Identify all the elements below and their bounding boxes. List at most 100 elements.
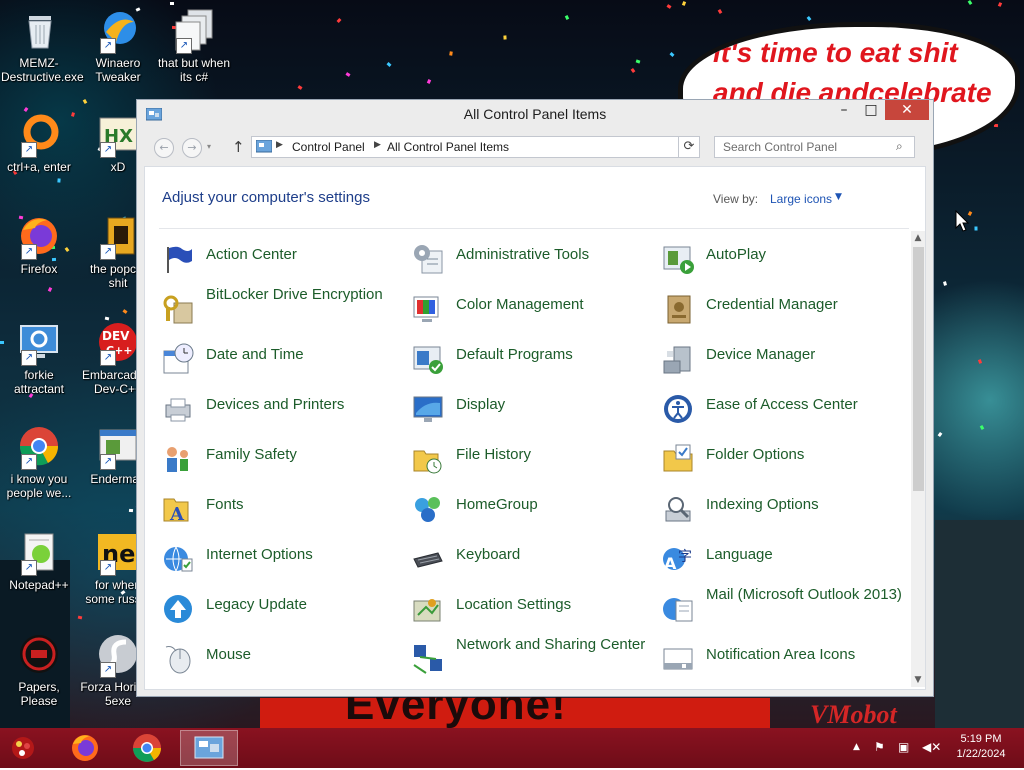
- cp-item-autoplay[interactable]: AutoPlay: [662, 241, 902, 281]
- action-center-flag-icon[interactable]: ⚑: [874, 740, 885, 754]
- printer-icon: [162, 393, 194, 425]
- shortcut-arrow-icon: ↗: [21, 454, 37, 470]
- cp-item-label: Keyboard: [456, 546, 521, 563]
- cp-item-ease-of-access-center[interactable]: Ease of Access Center: [662, 391, 902, 431]
- control-panel-items: Action Center Administrative Tools AutoPla…: [145, 241, 905, 689]
- credential-icon: [662, 293, 694, 325]
- cp-item-keyboard[interactable]: Keyboard: [412, 541, 652, 581]
- cp-item-fonts[interactable]: A Fonts: [162, 491, 402, 531]
- title-bar[interactable]: All Control Panel Items – □ ✕: [137, 100, 933, 130]
- cp-item-label: Display: [456, 396, 506, 413]
- cp-item-default-programs[interactable]: Default Programs: [412, 341, 652, 381]
- recent-locations-chevron-icon[interactable]: ▾: [207, 142, 211, 151]
- refresh-button[interactable]: ⟳: [678, 136, 700, 158]
- control-panel-window[interactable]: All Control Panel Items – □ ✕ ← → ▾ ↑ ▶ …: [136, 99, 934, 697]
- cp-item-homegroup[interactable]: HomeGroup: [412, 491, 652, 531]
- breadcrumb-control-panel[interactable]: Control Panel: [292, 140, 365, 154]
- cp-item-language[interactable]: A 字 Language: [662, 541, 902, 581]
- cp-item-network-and-sharing-center[interactable]: Network and Sharing Center: [412, 636, 652, 681]
- desktop-icon-papers-please[interactable]: Papers, Please: [1, 632, 77, 708]
- confetti-piece: [82, 99, 88, 104]
- taskbar-control-panel[interactable]: [180, 730, 238, 766]
- desktop-icon-notepadpp[interactable]: ↗ Notepad++: [1, 530, 77, 592]
- cp-item-devices-and-printers[interactable]: Devices and Printers: [162, 391, 402, 431]
- language-icon: A字: [662, 543, 694, 575]
- cp-item-label: Administrative Tools: [456, 246, 590, 263]
- cp-item-action-center[interactable]: Action Center: [162, 241, 402, 281]
- network-icon[interactable]: ▣: [898, 740, 909, 754]
- cp-item-file-history[interactable]: File History: [412, 441, 652, 481]
- cp-item-date-and-time[interactable]: Date and Time: [162, 341, 402, 381]
- desktop-icon-csharp[interactable]: ↗ that but when its c#: [156, 8, 232, 84]
- monitor-gear-icon: ↗: [17, 320, 61, 366]
- cp-item-indexing-options[interactable]: Indexing Options: [662, 491, 902, 531]
- desktop-icon-memz[interactable]: MEMZ-Destructive.exe: [1, 8, 84, 84]
- cp-item-device-manager[interactable]: Device Manager: [662, 341, 902, 381]
- cp-item-family-safety[interactable]: Family Safety: [162, 441, 402, 481]
- notification-icon: [662, 643, 694, 675]
- cp-item-location-settings[interactable]: Location Settings: [412, 591, 652, 631]
- desktop-icon-label: Notepad++: [9, 578, 69, 592]
- svg-text:A: A: [664, 554, 677, 573]
- confetti-piece: [967, 0, 973, 5]
- desktop-icon-firefox[interactable]: ↗ Firefox: [1, 214, 77, 276]
- cp-item-bitlocker-drive-encryption[interactable]: BitLocker Drive Encryption: [162, 286, 402, 331]
- cp-item-administrative-tools[interactable]: Administrative Tools: [412, 241, 652, 281]
- volume-muted-icon[interactable]: ◀✕: [922, 740, 941, 754]
- confetti-piece: [122, 309, 128, 314]
- cp-item-internet-options[interactable]: Internet Options: [162, 541, 402, 581]
- breadcrumb-all-items[interactable]: All Control Panel Items: [387, 140, 509, 154]
- vertical-scrollbar[interactable]: ▲ ▼: [911, 231, 925, 687]
- cp-item-display[interactable]: Display: [412, 391, 652, 431]
- color-management-icon: [412, 293, 444, 325]
- homegroup-icon: [412, 493, 444, 525]
- forward-button[interactable]: →: [182, 138, 202, 158]
- desktop-icon-chrome[interactable]: ↗ i know you people we...: [1, 424, 77, 500]
- clock-time: 5:19 PM: [960, 733, 1002, 745]
- maximize-button[interactable]: □: [858, 100, 884, 120]
- search-icon[interactable]: ⌕: [896, 139, 903, 154]
- desktop-icon-winaero[interactable]: ↗ Winaero Tweaker: [80, 8, 156, 84]
- cp-item-label: Indexing Options: [706, 496, 819, 513]
- shortcut-arrow-icon: ↗: [100, 454, 116, 470]
- search-input[interactable]: Search Control Panel: [723, 140, 837, 154]
- close-button[interactable]: ✕: [885, 100, 929, 120]
- up-button[interactable]: ↑: [232, 138, 245, 156]
- taskbar-firefox[interactable]: [56, 730, 114, 766]
- breadcrumb-separator-icon: ▶: [276, 140, 283, 150]
- devcpp-icon: DEV C++ ↗: [96, 320, 140, 366]
- cp-item-notification-area-icons[interactable]: Notification Area Icons: [662, 641, 902, 681]
- cp-item-legacy-update[interactable]: Legacy Update: [162, 591, 402, 631]
- show-hidden-icons-icon[interactable]: ▲: [853, 742, 860, 752]
- scroll-thumb[interactable]: [913, 247, 924, 491]
- address-bar[interactable]: ▶ Control Panel ▶ All Control Panel Item…: [251, 136, 775, 158]
- back-button[interactable]: ←: [154, 138, 174, 158]
- taskbar-chrome[interactable]: [118, 730, 176, 766]
- papers-please-icon: [17, 632, 61, 676]
- control-panel-icon: [194, 736, 224, 759]
- cp-item-color-management[interactable]: Color Management: [412, 291, 652, 331]
- desktop-icon-forkie[interactable]: ↗ forkie attractant: [1, 320, 77, 396]
- divider: [159, 228, 909, 229]
- breadcrumb-separator-icon: ▶: [374, 140, 381, 150]
- confetti-piece: [669, 52, 675, 57]
- clock[interactable]: 5:19 PM 1/22/2024: [950, 732, 1012, 762]
- search-box[interactable]: Search Control Panel ⌕: [714, 136, 915, 158]
- scroll-up-arrow-icon[interactable]: ▲: [911, 231, 925, 245]
- desktop-icon-ctrl-a[interactable]: ↗ ctrl+a, enter: [1, 112, 77, 174]
- view-by-caret-icon[interactable]: ▼: [835, 192, 842, 202]
- mouse-icon: [162, 643, 194, 675]
- content-area: Adjust your computer's settings View by:…: [144, 166, 926, 690]
- cp-item-credential-manager[interactable]: Credential Manager: [662, 291, 902, 331]
- view-by-dropdown[interactable]: Large icons: [770, 192, 832, 206]
- mouse-cursor-icon: [955, 210, 969, 232]
- cp-item-mouse[interactable]: Mouse: [162, 641, 402, 681]
- cp-item-label: Internet Options: [206, 546, 313, 563]
- minimize-button[interactable]: –: [830, 100, 858, 120]
- hxd-icon: HX ↗: [96, 112, 140, 158]
- cp-item-mail-microsoft-outlook-2013[interactable]: Mail (Microsoft Outlook 2013): [662, 586, 902, 631]
- scroll-down-arrow-icon[interactable]: ▼: [911, 673, 925, 687]
- confetti-piece: [937, 432, 943, 437]
- cp-item-folder-options[interactable]: Folder Options: [662, 441, 902, 481]
- start-button-icon[interactable]: [8, 734, 38, 762]
